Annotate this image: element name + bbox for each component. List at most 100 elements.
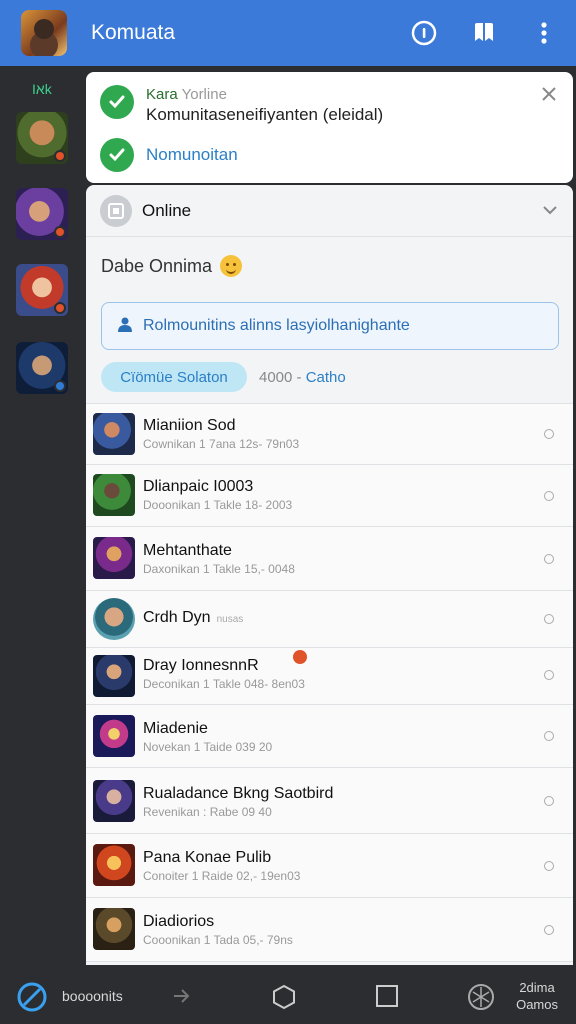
check-icon bbox=[100, 85, 134, 119]
smile-emoji-icon bbox=[220, 255, 243, 277]
item-title: Dlianpaic I0003 bbox=[143, 478, 254, 495]
notification-card[interactable]: Kara Yorline Komunitaseneifiyanten (elei… bbox=[86, 72, 573, 183]
search-box[interactable]: Rolmounitins alinns lasyiolhanighante bbox=[101, 302, 559, 350]
notification-app-name: Kara bbox=[146, 86, 178, 103]
item-title: Rualadance Bkng Saotbird bbox=[143, 785, 334, 802]
greeting-label: Dabe Onnima bbox=[101, 255, 213, 276]
list-item[interactable]: Dlianpaic I0003 Dooonikan 1 Takle 18- 20… bbox=[86, 465, 573, 527]
item-subtitle: Revenikan : Rabe 09 40 bbox=[143, 805, 272, 819]
rail-label: Iאk bbox=[32, 81, 52, 97]
unread-indicator bbox=[544, 796, 554, 806]
notification-badge bbox=[293, 650, 307, 664]
filter-chip[interactable]: Cïömüe Solaton bbox=[101, 362, 247, 392]
rail-avatar[interactable] bbox=[16, 342, 68, 394]
status-badge bbox=[54, 150, 66, 162]
item-thumbnail bbox=[93, 537, 135, 579]
unread-indicator bbox=[544, 429, 554, 439]
main-panel: Online Dabe Onnima Rolmounitins alinns l… bbox=[86, 185, 573, 965]
rail-avatar[interactable] bbox=[16, 112, 68, 164]
unread-indicator bbox=[544, 491, 554, 501]
list-item[interactable]: Mianiion Sod Cownikan 1 7ana 12s- 79n03 bbox=[86, 404, 573, 465]
list-item[interactable]: Diadiorios Cooonikan 1 Tada 05,- 79ns bbox=[86, 898, 573, 962]
info-icon[interactable] bbox=[408, 17, 440, 49]
unread-indicator bbox=[544, 861, 554, 871]
list-item[interactable]: Pana Konae Pulib Conoiter 1 Raide 02,- 1… bbox=[86, 834, 573, 898]
item-title: Crdh Dyn nusas bbox=[143, 609, 243, 627]
chip-meta: 4000 - Catho bbox=[259, 369, 346, 386]
arrow-right-icon[interactable] bbox=[170, 985, 192, 1012]
more-vert-icon[interactable] bbox=[528, 17, 560, 49]
status-badge bbox=[54, 380, 66, 392]
list-item[interactable]: Mehtanthate Daxonikan 1 Takle 15,- 0048 bbox=[86, 527, 573, 591]
panel-header[interactable]: Online bbox=[86, 185, 573, 237]
hexagon-home-icon[interactable] bbox=[270, 983, 298, 1016]
item-thumbnail bbox=[93, 474, 135, 516]
bottom-bar: boooonits 2dima Oamos bbox=[0, 966, 576, 1024]
chat-list: Mianiion Sod Cownikan 1 7ana 12s- 79n03 … bbox=[86, 403, 573, 962]
list-item[interactable]: Crdh Dyn nusas bbox=[86, 591, 573, 648]
item-title: Dray IonnesnnR bbox=[143, 657, 259, 674]
top-actions bbox=[408, 17, 560, 49]
app-title: Komuata bbox=[91, 21, 176, 44]
item-title: Miadenie bbox=[143, 720, 208, 737]
top-app-bar: Komuata bbox=[0, 0, 576, 66]
notification-action-icon-row bbox=[100, 138, 134, 172]
aperture-icon[interactable] bbox=[466, 982, 496, 1017]
item-subtitle: Cownikan 1 7ana 12s- 79n03 bbox=[143, 437, 300, 451]
bottom-bar-right-line1: 2dima bbox=[519, 980, 555, 995]
notification-icon-row bbox=[100, 85, 134, 119]
list-item[interactable]: Dray IonnesnnR Deconikan 1 Takle 048- 8e… bbox=[86, 648, 573, 705]
notification-body: Komunitaseneifiyanten (eleidal) bbox=[146, 105, 384, 124]
item-subtitle: Conoiter 1 Raide 02,- 19en03 bbox=[143, 869, 301, 883]
panel-icon bbox=[100, 194, 132, 227]
item-title-text: Crdh Dyn bbox=[143, 609, 211, 626]
unread-indicator bbox=[544, 925, 554, 935]
unread-indicator bbox=[544, 614, 554, 624]
chip-meta-link[interactable]: Catho bbox=[306, 369, 346, 386]
unread-indicator bbox=[544, 554, 554, 564]
app-logo-icon[interactable] bbox=[21, 10, 67, 56]
item-subtitle: Novekan 1 Taide 039 20 bbox=[143, 740, 273, 754]
app-window: Komuata Iאk Kara Yorline Komunitaseneifi… bbox=[0, 0, 576, 1024]
item-thumbnail bbox=[93, 780, 135, 822]
panel-title: Online bbox=[142, 200, 192, 220]
notification-action-button[interactable]: Nomunoitan bbox=[146, 145, 238, 165]
item-subtitle: Cooonikan 1 Tada 05,- 79ns bbox=[143, 933, 293, 947]
item-title: Mehtanthate bbox=[143, 542, 232, 559]
list-item[interactable]: Miadenie Novekan 1 Taide 039 20 bbox=[86, 705, 573, 768]
check-icon bbox=[100, 138, 134, 172]
chip-meta-prefix: 4000 - bbox=[259, 369, 302, 386]
bottom-bar-label[interactable]: boooonits bbox=[62, 988, 123, 1004]
rail-avatar[interactable] bbox=[16, 188, 68, 240]
bottom-bar-right-text[interactable]: 2dima Oamos bbox=[516, 979, 558, 1013]
item-thumbnail bbox=[93, 908, 135, 950]
left-rail: Iאk bbox=[0, 66, 84, 966]
close-icon[interactable] bbox=[539, 84, 559, 104]
item-note: nusas bbox=[216, 614, 244, 625]
unread-indicator bbox=[544, 670, 554, 680]
item-subtitle: Daxonikan 1 Takle 15,- 0048 bbox=[143, 562, 295, 576]
unread-indicator bbox=[544, 731, 554, 741]
item-title: Pana Konae Pulib bbox=[143, 849, 272, 866]
search-text: Rolmounitins alinns lasyiolhanighante bbox=[143, 317, 410, 334]
item-title: Diadiorios bbox=[143, 913, 215, 930]
status-badge bbox=[54, 226, 66, 238]
item-subtitle: Dooonikan 1 Takle 18- 2003 bbox=[143, 498, 293, 512]
square-recents-icon[interactable] bbox=[375, 984, 399, 1013]
item-thumbnail bbox=[93, 715, 135, 757]
bottom-bar-right-line2: Oamos bbox=[516, 997, 558, 1012]
item-thumbnail bbox=[93, 413, 135, 455]
greeting-text: Dabe Onnima bbox=[101, 255, 243, 277]
item-thumbnail bbox=[93, 655, 135, 697]
status-badge bbox=[54, 302, 66, 314]
compass-icon[interactable] bbox=[16, 981, 48, 1018]
chevron-down-icon[interactable] bbox=[541, 201, 559, 224]
rail-avatar[interactable] bbox=[16, 264, 68, 316]
notification-title: Kara Yorline bbox=[146, 86, 227, 103]
notification-status: Yorline bbox=[181, 86, 227, 103]
list-item[interactable]: Rualadance Bkng Saotbird Revenikan : Rab… bbox=[86, 768, 573, 834]
item-thumbnail bbox=[93, 844, 135, 886]
item-subtitle: Deconikan 1 Takle 048- 8en03 bbox=[143, 677, 305, 691]
bookmark-icon[interactable] bbox=[468, 17, 500, 49]
item-title: Mianiion Sod bbox=[143, 417, 236, 434]
